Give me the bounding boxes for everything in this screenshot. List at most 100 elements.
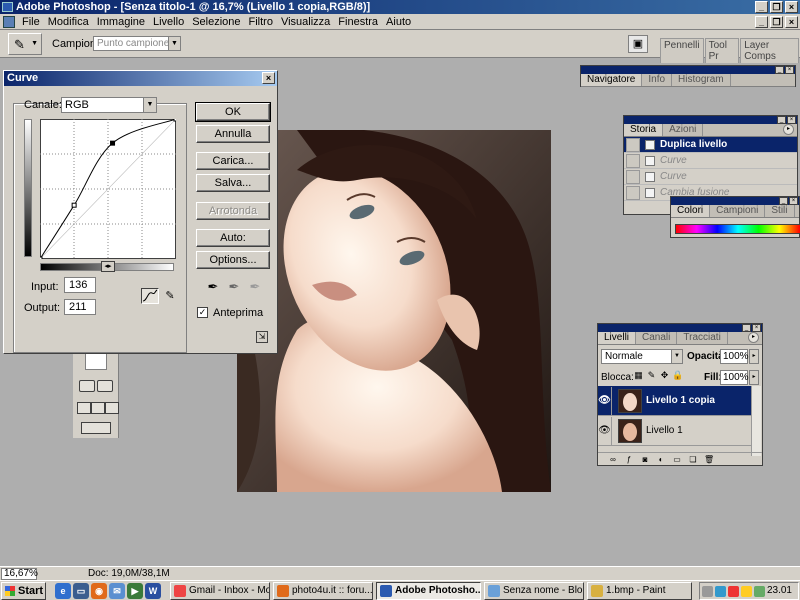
cancel-button[interactable]: Annulla (196, 125, 270, 143)
messenger-quicklaunch-icon[interactable]: ✉ (109, 583, 125, 599)
tab-info[interactable]: Info (642, 74, 673, 86)
menu-file[interactable]: File (18, 16, 44, 28)
tab-navigatore[interactable]: Navigatore (581, 74, 643, 86)
task-notepad[interactable]: Senza nome - Bloc... (484, 582, 584, 600)
history-source-icon[interactable] (626, 185, 640, 200)
input-field[interactable]: 136 (64, 277, 96, 293)
link-icon[interactable]: ∞ (608, 455, 618, 464)
tray-messenger-icon[interactable] (741, 586, 752, 597)
task-gmail[interactable]: Gmail - Inbox - Mo... (170, 582, 270, 600)
pencil-mode-icon[interactable]: ✎ (161, 288, 179, 304)
tab-colori[interactable]: Colori (671, 205, 711, 217)
history-item[interactable]: Duplica livello (624, 137, 797, 153)
history-item[interactable]: Curve (624, 153, 797, 169)
tool-preset-picker[interactable]: ✎ ▼ (8, 33, 42, 55)
save-button[interactable]: Salva... (196, 174, 270, 192)
curve-control-point[interactable] (173, 119, 176, 122)
layer-row[interactable]: 👁 Livello 1 (598, 416, 752, 446)
background-color-swatch[interactable] (85, 352, 107, 370)
layer-style-icon[interactable]: ƒ (624, 455, 634, 464)
dialog-close-button[interactable]: × (262, 72, 275, 84)
palette-close-button[interactable]: × (787, 116, 796, 124)
add-mask-icon[interactable]: ◙ (640, 455, 650, 464)
history-source-icon[interactable] (626, 153, 640, 168)
tab-canali[interactable]: Canali (636, 332, 678, 344)
zoom-field[interactable]: 16,67% (1, 568, 38, 580)
curve-mode-icon[interactable] (141, 288, 159, 304)
palette-minimize-button[interactable]: _ (777, 116, 786, 124)
menu-livello[interactable]: Livello (149, 16, 188, 28)
blend-mode-select[interactable]: Normale ▼ (601, 349, 683, 364)
task-photoshop[interactable]: Adobe Photosho... (376, 582, 481, 600)
gray-eyedropper-icon[interactable]: ✒ (226, 279, 242, 297)
curve-control-point[interactable] (40, 256, 43, 259)
history-source-icon[interactable] (626, 137, 640, 152)
menu-selezione[interactable]: Selezione (188, 16, 244, 28)
palette-well-icon[interactable]: ▣ (628, 35, 648, 53)
palette-close-button[interactable]: × (752, 324, 761, 332)
palette-close-button[interactable]: × (785, 66, 794, 74)
palette-menu-icon[interactable]: ▸ (748, 332, 759, 343)
tray-antivirus-icon[interactable] (728, 586, 739, 597)
screen-mode-full-menu-icon[interactable] (91, 402, 105, 414)
firefox-quicklaunch-icon[interactable]: ◉ (91, 583, 107, 599)
output-field[interactable]: 211 (64, 299, 96, 315)
tab-azioni[interactable]: Azioni (663, 124, 704, 136)
menu-modifica[interactable]: Modifica (44, 16, 93, 28)
screen-mode-standard-icon[interactable] (77, 402, 91, 414)
word-quicklaunch-icon[interactable]: W (145, 583, 161, 599)
lock-image-icon[interactable]: ✎ (646, 370, 657, 381)
restore-button[interactable]: ❐ (770, 1, 783, 13)
document-canvas[interactable] (237, 130, 551, 492)
palette-menu-icon[interactable]: ▸ (783, 124, 794, 135)
opacity-field[interactable]: 100% (720, 349, 749, 364)
doc-minimize-button[interactable]: _ (755, 16, 768, 28)
tab-tracciati[interactable]: Tracciati (677, 332, 728, 344)
task-paint[interactable]: 1.bmp - Paint (587, 582, 692, 600)
eye-icon[interactable]: 👁 (598, 386, 612, 415)
tray-volume-icon[interactable] (754, 586, 765, 597)
ie-quicklaunch-icon[interactable]: e (55, 583, 71, 599)
eye-icon[interactable]: 👁 (598, 416, 612, 445)
curve-control-point[interactable] (71, 202, 77, 208)
load-button[interactable]: Carica... (196, 152, 270, 170)
menu-immagine[interactable]: Immagine (93, 16, 149, 28)
layers-scrollbar[interactable] (751, 386, 761, 456)
well-tab-tool-presets[interactable]: Tool Pr (704, 38, 740, 63)
tab-livelli[interactable]: Livelli (598, 332, 637, 344)
opacity-slider-button[interactable]: ▸ (749, 349, 759, 364)
delete-layer-icon[interactable]: 🗑 (704, 455, 714, 464)
adjustment-layer-icon[interactable]: ◐ (656, 455, 666, 464)
menu-aiuto[interactable]: Aiuto (382, 16, 415, 28)
palette-minimize-button[interactable]: _ (775, 66, 784, 74)
doc-restore-button[interactable]: ❐ (770, 16, 783, 28)
lock-position-icon[interactable]: ✥ (659, 370, 670, 381)
white-eyedropper-icon[interactable]: ✒ (247, 279, 263, 297)
document-icon[interactable] (3, 16, 15, 28)
curve-control-point[interactable] (110, 140, 116, 146)
auto-button[interactable]: Auto: (196, 229, 270, 247)
start-button[interactable]: Start (1, 582, 46, 600)
options-button[interactable]: Options... (196, 251, 270, 269)
ok-button[interactable]: OK (195, 102, 271, 122)
palette-close-button[interactable]: × (789, 197, 798, 205)
quick-mask-mode-icon[interactable] (97, 380, 113, 392)
media-quicklaunch-icon[interactable]: ▶ (127, 583, 143, 599)
lock-all-icon[interactable]: 🔒 (672, 370, 683, 381)
doc-close-button[interactable]: × (785, 16, 798, 28)
tab-stili[interactable]: Stili (765, 205, 795, 217)
fill-field[interactable]: 100% (720, 370, 749, 385)
menu-visualizza[interactable]: Visualizza (277, 16, 334, 28)
history-source-icon[interactable] (626, 169, 640, 184)
menu-finestra[interactable]: Finestra (334, 16, 382, 28)
well-tab-layer-comps[interactable]: Layer Comps (740, 38, 799, 63)
sample-size-select[interactable]: Punto campione ▼ (93, 36, 181, 51)
document-size-info[interactable]: Doc: 19,0M/38,1M (88, 568, 170, 579)
channel-select[interactable]: RGB ▼ (61, 97, 157, 113)
color-spectrum-ramp[interactable] (675, 224, 800, 234)
fill-slider-button[interactable]: ▸ (749, 370, 759, 385)
curve-graph[interactable] (40, 119, 176, 259)
palette-minimize-button[interactable]: _ (742, 324, 751, 332)
standard-mode-icon[interactable] (79, 380, 95, 392)
tray-expand-icon[interactable] (702, 586, 713, 597)
